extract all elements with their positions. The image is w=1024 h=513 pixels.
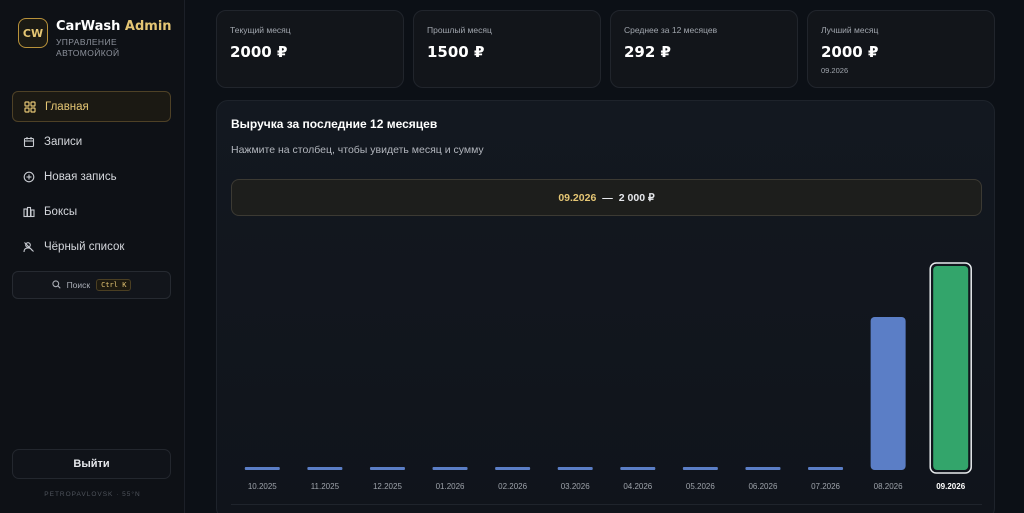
search-label: Поиск <box>66 280 91 290</box>
stat-value: 2000 ₽ <box>821 43 879 61</box>
x-tick-label: 03.2026 <box>561 482 590 491</box>
sidebar-item-blacklist[interactable]: Чёрный список <box>12 231 171 262</box>
x-tick-label: 09.2026 <box>936 482 965 491</box>
summary-separator: — <box>602 191 613 204</box>
chart-bar-06.2026[interactable] <box>745 467 781 470</box>
stat-value: 292 ₽ <box>624 43 671 61</box>
brand-logo: CW <box>18 18 48 48</box>
chart-bar-10.2025[interactable] <box>244 467 280 470</box>
stat-card-average: Среднее за 12 месяцев 292 ₽ <box>610 10 798 88</box>
x-tick-label: 11.2025 <box>311 482 340 491</box>
chart-bar-09.2026[interactable] <box>933 266 969 470</box>
chart-divider <box>231 504 982 505</box>
sidebar-item-bookings[interactable]: Записи <box>12 126 171 157</box>
selected-value: 2 000 ₽ <box>618 191 655 204</box>
chart-title: Выручка за последние 12 месяцев <box>231 117 438 131</box>
stat-label: Текущий месяц <box>230 25 291 35</box>
x-tick-label: 05.2026 <box>686 482 715 491</box>
selected-month: 09.2026 <box>558 191 597 204</box>
user-block-icon <box>23 241 35 253</box>
sidebar: CW CarWash Admin Управление автомойкой Г… <box>0 0 185 513</box>
grid-icon <box>24 100 36 113</box>
revenue-bar-chart: 10.2025 11.2025 12.2025 01.2026 02.2026 03.20… <box>244 262 972 491</box>
x-tick-label: 07.2026 <box>811 482 840 491</box>
sidebar-item-boxes[interactable]: Боксы <box>12 196 171 227</box>
chart-bar-01.2026[interactable] <box>432 467 468 470</box>
brand-name-accent: Admin <box>124 19 172 34</box>
x-tick-label: 01.2026 <box>436 482 465 491</box>
chart-bar-05.2026[interactable] <box>682 467 718 470</box>
calendar-icon <box>23 136 35 148</box>
stat-card-previous-month: Прошлый месяц 1500 ₽ <box>413 10 601 88</box>
sidebar-item-label: Главная <box>45 100 89 113</box>
chart-bar-03.2026[interactable] <box>557 467 593 470</box>
chart-bar-08.2026[interactable] <box>870 317 906 470</box>
sidebar-item-home[interactable]: Главная <box>12 91 171 122</box>
search-button[interactable]: Поиск Ctrl K <box>12 271 171 299</box>
search-icon <box>51 279 61 291</box>
stat-card-best-month: Лучший месяц 2000 ₽ 09.2026 <box>807 10 995 88</box>
plus-circle-icon <box>23 171 35 183</box>
logout-button[interactable]: Выйти <box>12 449 171 479</box>
chart-bar-07.2026[interactable] <box>808 467 844 470</box>
sidebar-item-label: Чёрный список <box>44 240 125 253</box>
revenue-chart-card: Выручка за последние 12 месяцев Нажмите … <box>216 100 995 513</box>
chart-bar-04.2026[interactable] <box>620 467 656 470</box>
x-tick-label: 02.2026 <box>498 482 527 491</box>
stat-label: Среднее за 12 месяцев <box>624 25 718 35</box>
stat-sub: 09.2026 <box>821 66 849 75</box>
x-tick-label: 06.2026 <box>748 482 777 491</box>
sidebar-item-label: Записи <box>44 135 83 148</box>
stat-label: Прошлый месяц <box>427 25 492 35</box>
boxes-icon <box>23 206 35 218</box>
stat-value: 1500 ₽ <box>427 43 485 61</box>
sidebar-item-label: Новая запись <box>44 170 117 183</box>
sidebar-nav: Главная Записи Новая запись Боксы Чёрный… <box>12 91 171 266</box>
chart-bar-12.2025[interactable] <box>369 467 405 470</box>
x-tick-label: 04.2026 <box>623 482 652 491</box>
sidebar-item-label: Боксы <box>44 205 78 218</box>
search-shortcut: Ctrl K <box>96 279 132 291</box>
x-tick-label: 08.2026 <box>874 482 903 491</box>
brand-name-main: CarWash <box>56 19 121 34</box>
stat-value: 2000 ₽ <box>230 43 288 61</box>
selected-bar-summary: 09.2026 — 2 000 ₽ <box>231 179 982 216</box>
stat-label: Лучший месяц <box>821 25 879 35</box>
x-tick-label: 10.2025 <box>248 482 277 491</box>
chart-bar-02.2026[interactable] <box>495 467 531 470</box>
stat-card-current-month: Текущий месяц 2000 ₽ <box>216 10 404 88</box>
chart-bar-11.2025[interactable] <box>307 467 343 470</box>
brand-name: CarWash Admin <box>56 19 172 34</box>
brand-subtitle: Управление автомойкой <box>56 37 120 58</box>
x-tick-label: 12.2025 <box>373 482 402 491</box>
chart-hint: Нажмите на столбец, чтобы увидеть месяц … <box>231 144 484 156</box>
brand[interactable]: CW CarWash Admin Управление автомойкой <box>18 18 172 59</box>
location-tag: PETROPAVLOVSK · 55°N <box>44 491 141 498</box>
sidebar-item-new-booking[interactable]: Новая запись <box>12 161 171 192</box>
